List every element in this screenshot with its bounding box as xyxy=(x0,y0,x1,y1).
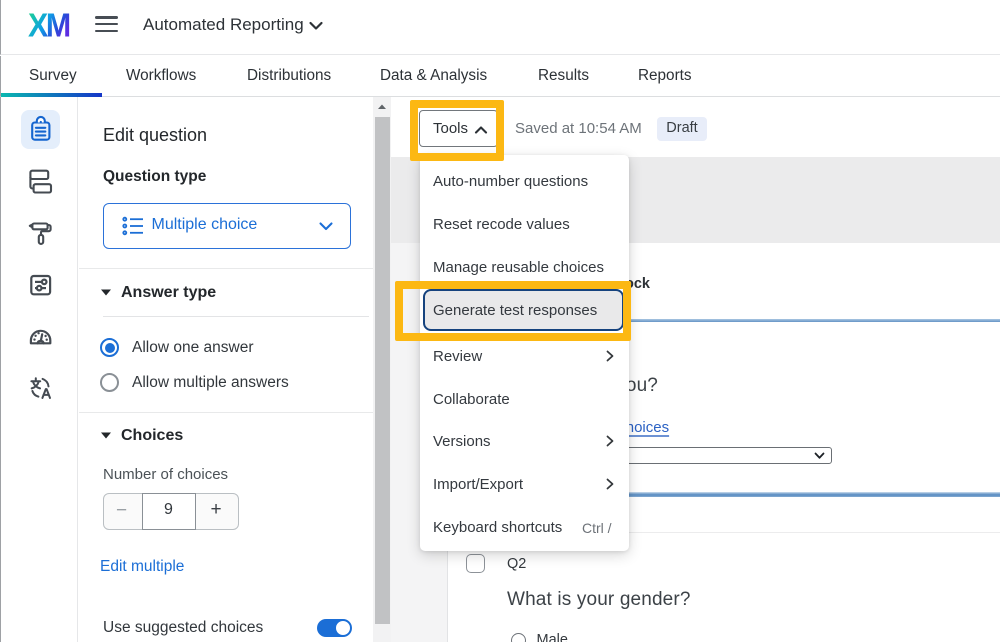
svg-text:XM: XM xyxy=(28,12,70,38)
